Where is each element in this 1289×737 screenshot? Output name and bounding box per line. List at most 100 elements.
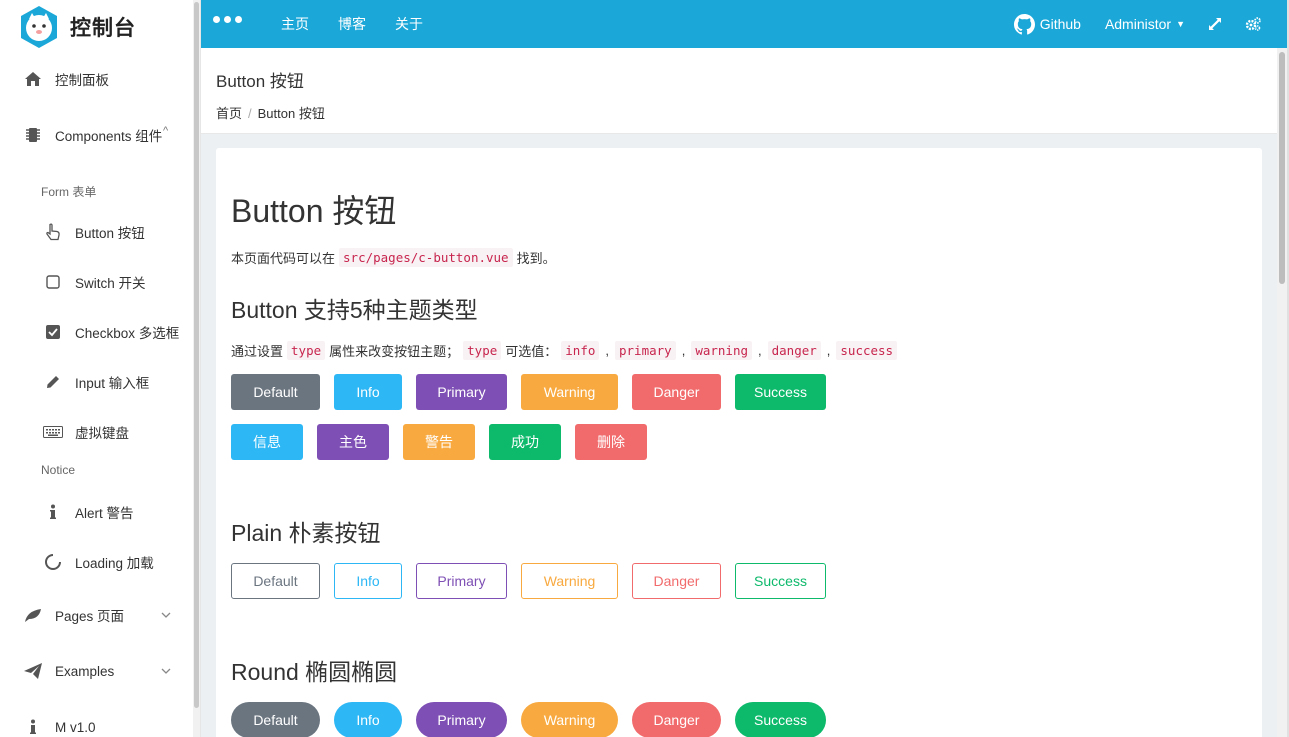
page-header: Button 按钮 首页 / Button 按钮 — [201, 48, 1277, 134]
code-primary: primary — [615, 341, 676, 360]
github-icon — [1013, 13, 1035, 35]
default-plain-button[interactable]: Default — [231, 563, 320, 599]
code-type: type — [287, 341, 326, 360]
sidebar-item-components[interactable]: Components 组件 ^ — [0, 123, 193, 147]
source-path-code: src/pages/c-button.vue — [339, 248, 513, 267]
warning-plain-button[interactable]: Warning — [521, 563, 618, 599]
info-button[interactable]: Info — [334, 374, 402, 410]
sidebar-item-label: Checkbox 多选框 — [75, 326, 180, 341]
section-title-plain: Plain 朴素按钮 — [231, 520, 381, 546]
success-button[interactable]: 成功 — [489, 424, 561, 460]
info-button[interactable]: 信息 — [231, 424, 303, 460]
sidebar-item-alert[interactable]: Alert 警告 — [0, 500, 193, 524]
user-name: Administor — [1104, 16, 1172, 32]
sidebar-scrollbar[interactable] — [193, 0, 200, 737]
button-row-round: Default Info Primary Warning Danger Succ… — [231, 702, 826, 737]
logo-icon — [17, 5, 61, 49]
info-round-button[interactable]: Info — [334, 702, 402, 737]
sidebar-item-label: Switch 开关 — [75, 276, 146, 291]
chevron-down-icon — [161, 665, 171, 677]
github-link[interactable]: Github — [1013, 13, 1081, 35]
top-nav: 主页 博客 关于 — [281, 0, 423, 48]
sidebar-item-label: Loading 加载 — [75, 556, 154, 571]
keyboard-icon — [43, 422, 63, 442]
section-title-themes: Button 支持5种主题类型 — [231, 297, 478, 323]
sidebar-item-label: Button 按钮 — [75, 226, 145, 241]
nav-blog[interactable]: 博客 — [338, 14, 366, 34]
brand[interactable]: 控制台 — [17, 5, 136, 49]
breadcrumb-current: Button 按钮 — [257, 106, 325, 121]
paper-plane-icon — [23, 661, 43, 681]
sidebar-item-label: 控制面板 — [55, 73, 109, 88]
main-scrollbar[interactable] — [1277, 48, 1287, 737]
caret-down-icon: ▼ — [1176, 19, 1185, 29]
menu-dots-icon[interactable] — [213, 16, 242, 23]
default-round-button[interactable]: Default — [231, 702, 320, 737]
brand-title: 控制台 — [70, 17, 136, 40]
primary-button[interactable]: Primary — [416, 374, 507, 410]
code-success: success — [836, 341, 898, 360]
sidebar-item-pages[interactable]: Pages 页面 — [0, 603, 193, 627]
danger-button[interactable]: 删除 — [575, 424, 647, 460]
button-row-solid: Default Info Primary Warning Danger Succ… — [231, 374, 826, 410]
intro-text: 本页面代码可以在 src/pages/c-button.vue 找到。 — [231, 248, 556, 267]
nav-about[interactable]: 关于 — [395, 14, 423, 34]
info-icon — [23, 717, 43, 737]
success-round-button[interactable]: Success — [735, 702, 826, 737]
info-plain-button[interactable]: Info — [334, 563, 402, 599]
danger-button[interactable]: Danger — [632, 374, 721, 410]
settings-button[interactable] — [1245, 17, 1261, 31]
info-icon — [43, 502, 63, 522]
code-warning: warning — [691, 341, 752, 360]
code-type: type — [463, 341, 502, 360]
sidebar-item-loading[interactable]: Loading 加载 — [0, 550, 193, 574]
success-button[interactable]: Success — [735, 374, 826, 410]
leaf-icon — [23, 605, 43, 625]
danger-round-button[interactable]: Danger — [632, 702, 721, 737]
pencil-icon — [43, 372, 63, 392]
sidebar-item-checkbox[interactable]: Checkbox 多选框 — [0, 320, 193, 344]
nav-home[interactable]: 主页 — [281, 14, 309, 34]
primary-button[interactable]: 主色 — [317, 424, 389, 460]
sidebar-item-keyboard[interactable]: 虚拟键盘 — [0, 420, 193, 444]
warning-round-button[interactable]: Warning — [521, 702, 618, 737]
gears-icon — [1245, 17, 1261, 31]
spinner-icon — [43, 552, 63, 572]
success-plain-button[interactable]: Success — [735, 563, 826, 599]
default-button[interactable]: Default — [231, 374, 320, 410]
code-danger: danger — [767, 341, 821, 360]
breadcrumb-home[interactable]: 首页 — [216, 106, 242, 121]
sidebar-item-label: Alert 警告 — [75, 506, 134, 521]
sidebar-item-examples[interactable]: Examples — [0, 659, 193, 683]
expand-icon — [1209, 18, 1221, 30]
sidebar-item-label: 虚拟键盘 — [75, 426, 129, 441]
checkbox-icon — [43, 322, 63, 342]
chevron-up-icon: ^ — [163, 125, 169, 137]
sidebar-item-switch[interactable]: Switch 开关 — [0, 270, 193, 294]
nav-group-form: Form 表单 — [41, 185, 97, 199]
sidebar-item-label: Input 输入框 — [75, 376, 150, 391]
primary-plain-button[interactable]: Primary — [416, 563, 507, 599]
user-menu[interactable]: Administor ▼ — [1105, 16, 1185, 32]
fullscreen-button[interactable] — [1209, 18, 1221, 30]
sidebar-item-label: M v1.0 — [55, 719, 96, 735]
github-label: Github — [1039, 16, 1081, 32]
sidebar-item-dashboard[interactable]: 控制面板 — [0, 67, 193, 91]
sidebar-item-button[interactable]: Button 按钮 — [0, 220, 193, 244]
warning-button[interactable]: 警告 — [403, 424, 475, 460]
breadcrumb-separator: / — [248, 106, 252, 121]
sidebar: 控制台 控制面板 Components 组件 ^ Form 表单 Button … — [0, 0, 201, 737]
content-heading: Button 按钮 — [231, 193, 397, 229]
warning-button[interactable]: Warning — [521, 374, 618, 410]
danger-plain-button[interactable]: Danger — [632, 563, 721, 599]
topbar: 主页 博客 关于 Github Administor ▼ — [201, 0, 1287, 48]
sidebar-item-input[interactable]: Input 输入框 — [0, 370, 193, 394]
code-info: info — [561, 341, 600, 360]
primary-round-button[interactable]: Primary — [416, 702, 507, 737]
nav-group-notice: Notice — [41, 463, 76, 477]
home-icon — [23, 69, 43, 89]
sidebar-item-version[interactable]: M v1.0 — [0, 715, 193, 737]
square-icon — [43, 272, 63, 292]
page-title: Button 按钮 — [216, 72, 304, 91]
button-row-chinese: 信息 主色 警告 成功 删除 — [231, 424, 647, 460]
